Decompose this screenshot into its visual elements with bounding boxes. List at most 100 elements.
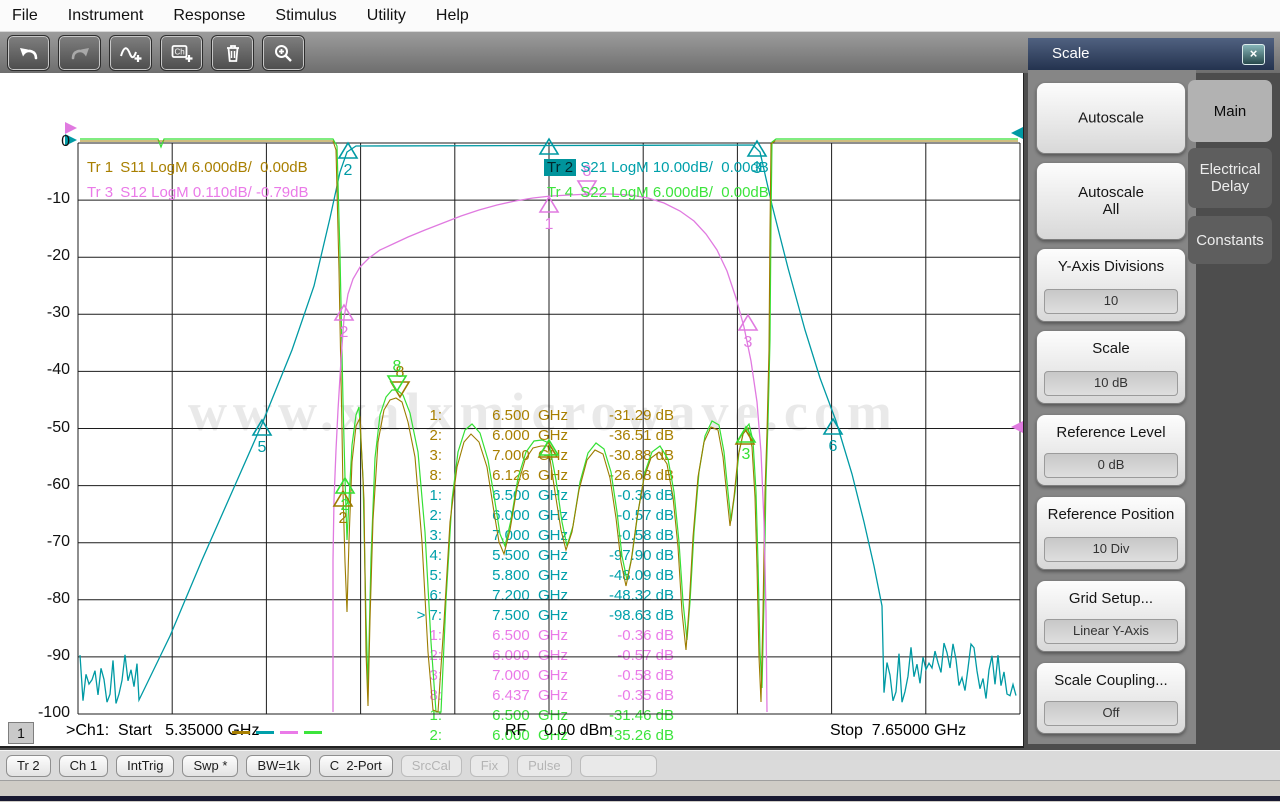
chart-marker-triangle[interactable] [538, 137, 560, 155]
taskbar-button-swp-[interactable]: Swp * [182, 754, 239, 777]
chart-marker-triangle[interactable] [337, 141, 359, 159]
marker-readout-row: 3:7.000 GHz-30.73 dB [386, 746, 678, 748]
menu-item-instrument[interactable]: Instrument [68, 7, 144, 25]
trace-label-tr2[interactable]: Tr 2 S21 LogM 10.00dB/ 0.00dB [544, 159, 769, 176]
marker-frequency: 6.500 GHz [492, 627, 568, 644]
add-trace-button[interactable] [109, 34, 152, 71]
menu-item-stimulus[interactable]: Stimulus [275, 7, 336, 25]
redo-button[interactable] [58, 34, 101, 71]
add-channel-button[interactable]: Ch [160, 34, 203, 71]
marker-value: -0.57 dB [617, 647, 674, 664]
trace-label-tr3[interactable]: Tr 3 S12 LogM 0.110dB/ -0.79dB [84, 184, 308, 201]
tab-constants[interactable]: Constants [1188, 216, 1272, 264]
panel-button-label: Reference Position [1047, 506, 1175, 523]
taskbar-button-ch-1[interactable]: Ch 1 [58, 754, 109, 777]
taskbar-button-srccal[interactable]: SrcCal [400, 754, 462, 777]
trace-id-badge[interactable]: Tr 4 [544, 184, 576, 201]
taskbar-button-tr-2[interactable]: Tr 2 [6, 754, 51, 777]
rf-power[interactable]: RF 0.00 dBm [505, 722, 613, 740]
taskbar-button-c-2-port[interactable]: C 2-Port [318, 754, 393, 777]
marker-readout-row: 1: 6.500 GHz -0.36 dB [386, 486, 678, 506]
panel-button-value[interactable]: 10 Div [1044, 537, 1178, 562]
marker-number: 3: [386, 746, 442, 748]
panel-button-reference-level[interactable]: 0 dB Reference Level [1036, 414, 1186, 486]
trace-id-badge[interactable]: Tr 1 [84, 159, 116, 176]
taskbar-button-inttrig[interactable]: IntTrig [116, 754, 175, 777]
menu-bar: File Instrument Response Stimulus Utility Hel… [0, 0, 1280, 32]
panel-button-grid-setup[interactable]: Linear Y-Axis Grid Setup... [1036, 580, 1186, 652]
marker-readout-row: 6: 7.200 GHz -48.32 dB [386, 586, 678, 606]
taskbar-button-pulse[interactable]: Pulse [517, 754, 572, 777]
chart-marker-label: 8 [396, 364, 405, 381]
panel-button-scale-coupling[interactable]: Off Scale Coupling... [1036, 662, 1186, 734]
panel-button-value[interactable]: Off [1044, 701, 1178, 726]
zoom-button[interactable] [262, 34, 305, 71]
marker-readout-row: 2: 6.000 GHz -36.51 dB [386, 426, 678, 446]
marker-frequency: 6.500 GHz [492, 487, 568, 504]
menu-item-response[interactable]: Response [173, 7, 245, 25]
close-button[interactable]: × [1242, 44, 1265, 65]
marker-readout-row: 2: 6.000 GHz -0.57 dB [386, 646, 678, 666]
taskbar-button-empty[interactable] [579, 754, 657, 777]
start-frequency[interactable]: >Ch1: Start 5.35000 GHz [66, 722, 259, 740]
chart-marker-triangle[interactable] [333, 303, 355, 321]
tab-main[interactable]: Main [1188, 80, 1272, 142]
channel-badge[interactable]: 1 [8, 722, 34, 744]
chart-marker-label: 2 [339, 510, 348, 527]
menu-item-help[interactable]: Help [436, 7, 469, 25]
chart-marker-triangle[interactable] [332, 489, 354, 507]
marker-value: -31.29 dB [608, 407, 674, 424]
trace-id-badge[interactable]: Tr 2 [544, 159, 577, 176]
marker-readout-row: 1: 6.500 GHz -0.36 dB [386, 626, 678, 646]
trace-format-text: S12 LogM 0.110dB/ -0.79dB [116, 184, 309, 201]
marker-readout-row: 3: 7.000 GHz -30.88 dB [386, 446, 678, 466]
chart-marker-triangle[interactable] [746, 139, 768, 157]
reference-arrow[interactable] [1011, 421, 1023, 433]
marker-value: -48.09 dB [608, 567, 674, 584]
marker-readout-row: > 7: 7.500 GHz -98.63 dB [386, 606, 678, 626]
marker-number: 2: [429, 427, 442, 444]
trace-format-text: S22 LogM 6.000dB/ 0.00dB [576, 184, 769, 201]
marker-frequency: 6.000 GHz [492, 427, 568, 444]
panel-button-value[interactable]: 0 dB [1044, 453, 1178, 478]
chart-marker-label: 2 [344, 162, 353, 179]
chart-marker-triangle[interactable] [334, 476, 356, 494]
chart-marker-triangle[interactable] [737, 313, 759, 331]
trace-format-text: S11 LogM 6.000dB/ 0.00dB [116, 159, 308, 176]
panel-button-autoscale[interactable]: Autoscale All [1036, 162, 1186, 240]
taskbar-button-bw-1k[interactable]: BW=1k [246, 754, 311, 777]
trace-label-tr4[interactable]: Tr 4 S22 LogM 6.000dB/ 0.00dB [544, 184, 769, 201]
menu-item-utility[interactable]: Utility [367, 7, 406, 25]
panel-button-label: Reference Level [1056, 424, 1166, 441]
marker-value: -98.63 dB [608, 607, 674, 624]
stop-frequency[interactable]: Stop 7.65000 GHz [830, 722, 966, 740]
chart-panel: www.xalxmicrowave.com Tr 1 S11 LogM 6.00… [0, 73, 1024, 748]
reference-arrow[interactable] [1011, 127, 1023, 139]
panel-button-reference-position[interactable]: 10 Div Reference Position [1036, 496, 1186, 570]
trace-label-tr1[interactable]: Tr 1 S11 LogM 6.000dB/ 0.00dB [84, 159, 308, 176]
marker-number: 1: [429, 627, 442, 644]
marker-frequency: 7.500 GHz [492, 607, 568, 624]
chart-marker-label: 8 [393, 358, 402, 375]
scale-dialog: Scale × Autoscale Autoscale All 10 Y-Axis D… [1028, 38, 1274, 744]
marker-frequency: 7.000 GHz [492, 667, 568, 684]
panel-button-value[interactable]: 10 dB [1044, 371, 1178, 396]
delete-button[interactable] [211, 34, 254, 71]
panel-button-scale[interactable]: 10 dB Scale [1036, 330, 1186, 404]
y-tick-label: -20 [46, 247, 70, 265]
marker-value: -26.68 dB [608, 467, 674, 484]
panel-button-value[interactable]: 10 [1044, 289, 1178, 314]
bottom-edge [0, 796, 1280, 801]
marker-value: -0.35 dB [617, 687, 674, 704]
taskbar-button-fix[interactable]: Fix [469, 754, 510, 777]
panel-button-label: Scale Coupling... [1054, 672, 1168, 689]
panel-button-y-axis-divisions[interactable]: 10 Y-Axis Divisions [1036, 248, 1186, 322]
undo-button[interactable] [7, 34, 50, 71]
panel-button-value[interactable]: Linear Y-Axis [1044, 619, 1178, 644]
tab-electrical-delay[interactable]: Electrical Delay [1188, 148, 1272, 208]
menu-item-file[interactable]: File [12, 7, 38, 25]
panel-button-autoscale[interactable]: Autoscale [1036, 82, 1186, 154]
legend-dash [304, 731, 322, 734]
chart-marker-label: 3 [742, 446, 751, 463]
trace-id-badge[interactable]: Tr 3 [84, 184, 116, 201]
